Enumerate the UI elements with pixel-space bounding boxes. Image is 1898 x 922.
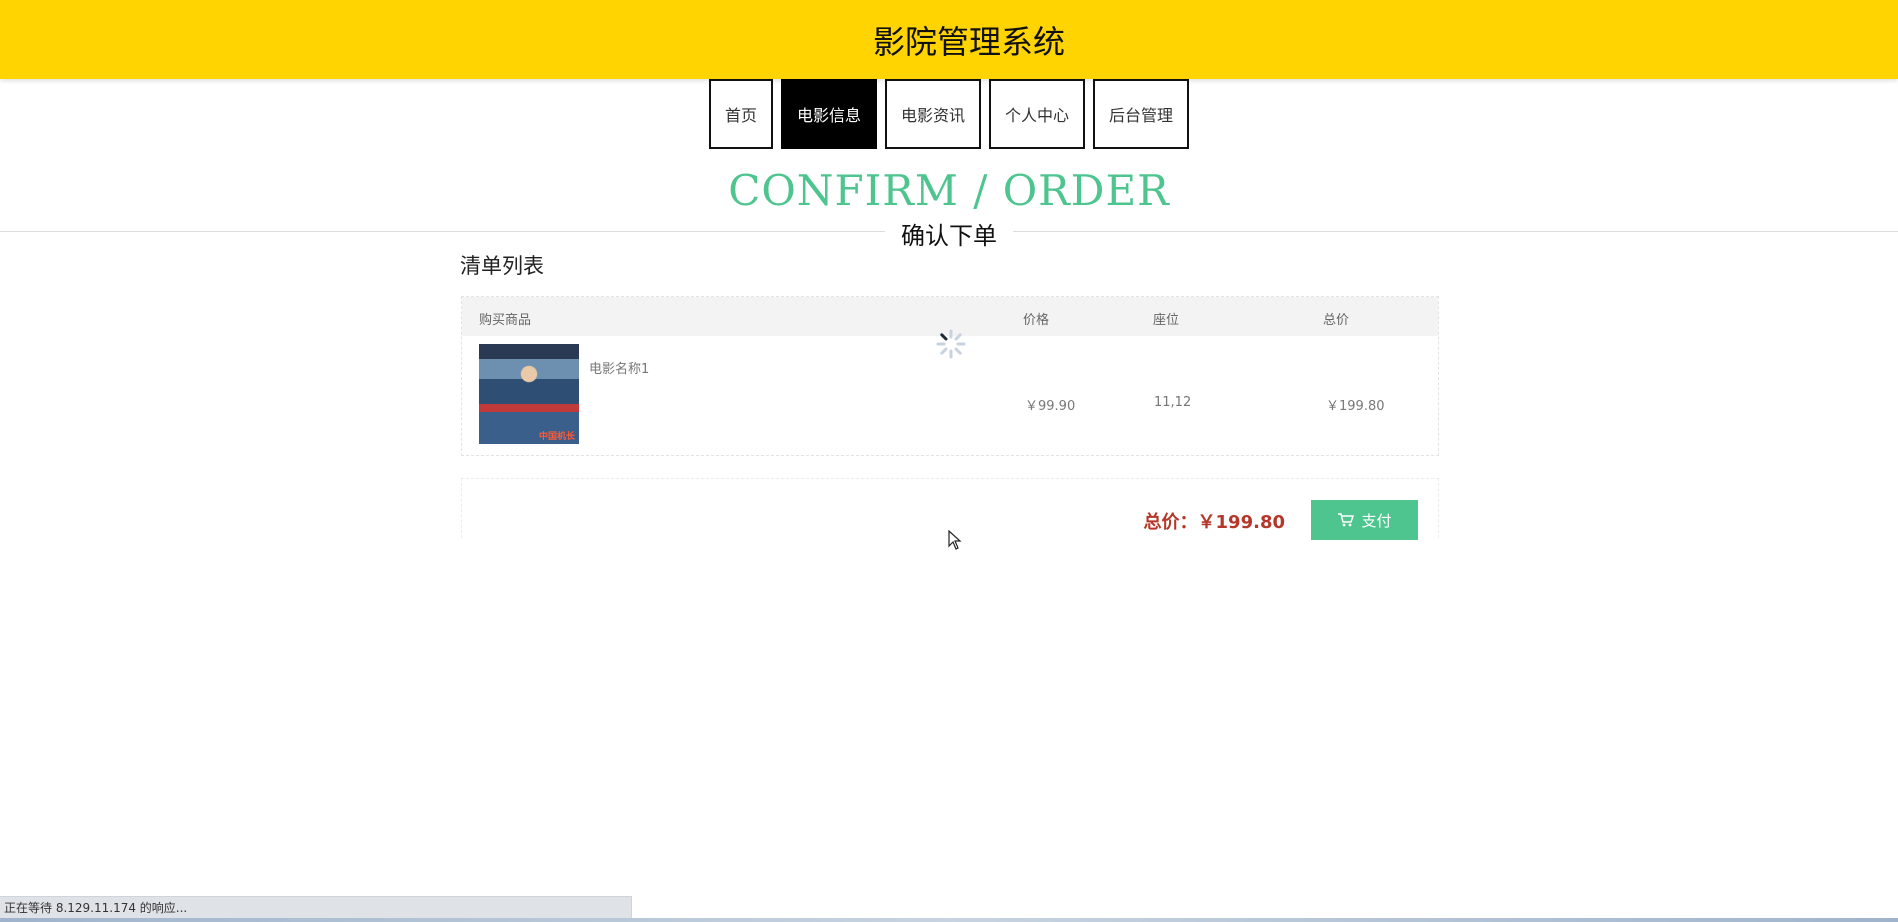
page-heading-cn-wrap: 确认下单 — [0, 216, 1898, 251]
order-table: 购买商品 价格 座位 总价 中国机长 电影名称1 ￥99.90 11,12 ￥1… — [461, 296, 1439, 456]
item-price: ￥99.90 — [1025, 399, 1076, 414]
grand-total: 总价：￥199.80 — [1144, 508, 1285, 534]
main-nav: 首页 电影信息 电影资讯 个人中心 后台管理 — [0, 79, 1898, 149]
movie-poster[interactable]: 中国机长 — [479, 344, 579, 444]
col-product: 购买商品 — [479, 313, 532, 328]
page-heading-en: CONFIRM / ORDER — [728, 166, 1170, 215]
grand-total-label: 总价： — [1143, 512, 1198, 533]
pay-button-label: 支付 — [1361, 512, 1392, 530]
movie-name[interactable]: 电影名称1 — [589, 358, 649, 377]
nav-item-movie-news[interactable]: 电影资讯 — [884, 79, 981, 149]
col-total: 总价 — [1323, 313, 1350, 328]
cart-icon — [1338, 513, 1355, 527]
nav-item-personal-center[interactable]: 个人中心 — [989, 79, 1086, 149]
item-total: ￥199.80 — [1326, 399, 1385, 414]
col-seat: 座位 — [1153, 313, 1180, 328]
nav-item-movie-info[interactable]: 电影信息 — [780, 79, 877, 149]
taskbar-edge — [0, 918, 1898, 922]
item-seat: 11,12 — [1154, 395, 1192, 410]
order-list-title: 清单列表 — [460, 254, 544, 278]
browser-status-bar: 正在等待 8.129.11.174 的响应... — [0, 896, 632, 918]
poster-caption: 中国机长 — [538, 432, 575, 442]
site-title: 影院管理系统 — [872, 22, 1065, 61]
mouse-pointer-icon — [948, 530, 962, 550]
nav-item-admin[interactable]: 后台管理 — [1093, 79, 1190, 149]
col-price: 价格 — [1023, 313, 1050, 328]
pay-button[interactable]: 支付 — [1311, 500, 1418, 540]
page-heading-cn: 确认下单 — [885, 216, 1013, 251]
nav-item-home[interactable]: 首页 — [708, 79, 773, 149]
grand-total-value: ￥199.80 — [1197, 512, 1285, 533]
app-header: 影院管理系统 — [0, 0, 1898, 79]
loading-spinner-icon — [936, 329, 966, 359]
payment-bar: 总价：￥199.80 支付 — [461, 478, 1439, 540]
